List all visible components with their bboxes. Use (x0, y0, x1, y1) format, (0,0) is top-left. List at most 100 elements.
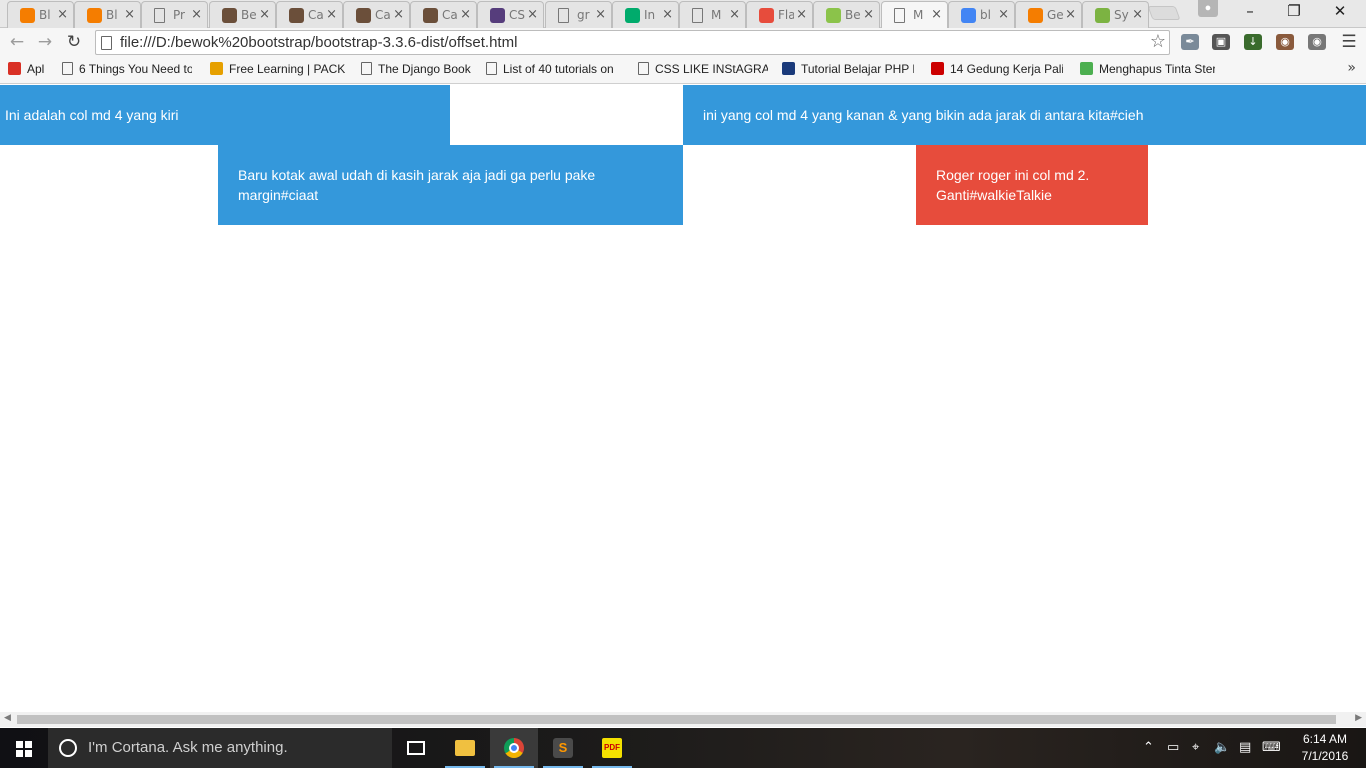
blogger-icon (87, 8, 102, 23)
tab-close-icon[interactable]: × (124, 7, 135, 22)
page-icon (894, 8, 905, 23)
scrollbar-thumb[interactable] (17, 715, 1336, 724)
bookmark-item[interactable]: CSS LIKE INStAGRAM (638, 62, 768, 79)
forward-button[interactable]: → (34, 32, 56, 52)
keyboard-icon[interactable]: ⌨ (1262, 740, 1281, 755)
action-center-icon[interactable]: ▤ (1239, 740, 1251, 755)
browser-tab[interactable]: M × (881, 1, 948, 28)
system-clock[interactable]: 6:14 AM 7/1/2016 (1290, 731, 1360, 765)
bookmark-item[interactable]: 6 Things You Need to (62, 62, 192, 79)
browser-tab[interactable]: Ge × (1015, 1, 1082, 28)
tab-title: M (913, 8, 924, 22)
tab-close-icon[interactable]: × (595, 7, 606, 22)
tab-close-icon[interactable]: × (57, 7, 68, 22)
tab-close-icon[interactable]: × (191, 7, 202, 22)
browser-tab[interactable]: Sy × (1082, 1, 1149, 28)
close-window-button[interactable]: ✕ (1318, 2, 1362, 20)
minimize-button[interactable]: – (1228, 2, 1272, 20)
bookmark-star-icon[interactable]: ☆ (1150, 31, 1166, 52)
tab-close-icon[interactable]: × (460, 7, 471, 22)
folder-icon (455, 740, 475, 756)
instagram-extension-icon[interactable]: ◉ (1276, 34, 1294, 50)
browser-tab[interactable]: Ca × (410, 1, 477, 28)
pdf-reader-button[interactable]: PDF (588, 728, 636, 768)
file-explorer-button[interactable] (441, 728, 489, 768)
blogger-icon (20, 8, 35, 23)
bookmark-item[interactable]: 14 Gedung Kerja Palin (931, 62, 1063, 79)
tab-close-icon[interactable]: × (998, 7, 1009, 22)
volume-icon[interactable]: 🔈 (1214, 740, 1230, 755)
page-icon (692, 8, 703, 23)
browser-tab[interactable]: Be × (209, 1, 276, 28)
bookmark-item[interactable]: The Django Book (361, 62, 473, 79)
browser-tab[interactable]: gr × (545, 1, 612, 28)
start-button[interactable] (0, 728, 48, 768)
new-tab-button[interactable] (1147, 6, 1181, 20)
tab-close-icon[interactable]: × (931, 7, 942, 22)
reload-button[interactable]: ↻ (63, 32, 85, 52)
tab-close-icon[interactable]: × (259, 7, 270, 22)
download-extension-icon[interactable]: ↓ (1244, 34, 1262, 50)
tab-close-icon[interactable]: × (527, 7, 538, 22)
bookmark-item[interactable]: Tutorial Belajar PHP D (782, 62, 914, 79)
page-icon (101, 36, 112, 50)
tab-close-icon[interactable]: × (393, 7, 404, 22)
avatar-icon (356, 8, 371, 23)
tab-close-icon[interactable]: × (796, 7, 807, 22)
bookmark-label: Free Learning | PACKT (229, 62, 345, 76)
tab-title: Pr (173, 8, 185, 22)
profile-icon[interactable]: ● (1198, 0, 1218, 17)
tab-close-icon[interactable]: × (662, 7, 673, 22)
browser-tab[interactable]: Bl × (7, 1, 74, 28)
cortana-search-box[interactable]: I'm Cortana. Ask me anything. (48, 728, 392, 768)
restore-button[interactable]: ❐ (1272, 2, 1316, 20)
browser-tab[interactable]: Bl × (74, 1, 141, 28)
browser-tab[interactable]: M × (679, 1, 746, 28)
chrome-menu-icon[interactable]: ☰ (1338, 32, 1360, 52)
wifi-icon[interactable]: ⌖ (1192, 740, 1199, 755)
tab-title: Ge (1047, 8, 1063, 22)
bookmark-item[interactable]: Free Learning | PACKT (210, 62, 345, 79)
tab-close-icon[interactable]: × (1065, 7, 1076, 22)
browser-tab[interactable]: In × (612, 1, 679, 28)
url-text[interactable]: file:///D:/bewok%20bootstrap/bootstrap-3… (120, 34, 517, 51)
tab-close-icon[interactable]: × (729, 7, 740, 22)
browser-tab[interactable]: Ca × (276, 1, 343, 28)
back-button[interactable]: ← (6, 32, 28, 52)
scroll-right-arrow-icon[interactable]: ▶ (1355, 713, 1362, 723)
task-view-button[interactable] (392, 728, 440, 768)
more-bookmarks-button[interactable]: » (1347, 60, 1356, 76)
bookmark-label: Menghapus Tinta Ster (1099, 62, 1215, 76)
browser-tab[interactable]: CS × (477, 1, 544, 28)
eyedropper-extension-icon[interactable]: ✒ (1181, 34, 1199, 50)
packt-icon (210, 62, 223, 75)
tab-close-icon[interactable]: × (1132, 7, 1143, 22)
avatar-icon (289, 8, 304, 23)
browser-tab[interactable]: Pr × (141, 1, 208, 28)
browser-tab[interactable]: bl × (948, 1, 1015, 28)
browser-tab[interactable]: Ca × (343, 1, 410, 28)
bookmark-item[interactable]: Menghapus Tinta Ster (1080, 62, 1215, 79)
tab-strip: ● – ❐ ✕ Bl × Bl × Pr × Be × Ca × Ca × Ca × CS × gr × In × M ×… (0, 0, 1366, 28)
bookmark-label: The Django Book (378, 62, 471, 76)
bookmark-item[interactable]: List of 40 tutorials on (486, 62, 621, 79)
battery-icon[interactable]: ▭ (1167, 740, 1179, 755)
bookmark-label: List of 40 tutorials on (503, 62, 614, 76)
camera-extension-icon[interactable]: ◉ (1308, 34, 1326, 50)
rappler-icon (931, 62, 944, 75)
show-hidden-icons-chevron-icon[interactable]: ⌃ (1143, 740, 1154, 755)
tab-close-icon[interactable]: × (863, 7, 874, 22)
google-icon (961, 8, 976, 23)
browser-tab[interactable]: Be × (813, 1, 880, 28)
sublime-text-button[interactable]: S (539, 728, 587, 768)
address-bar[interactable]: file:///D:/bewok%20bootstrap/bootstrap-3… (95, 30, 1170, 55)
bookmarks-bar: » Apl 6 Things You Need to Free Learning |… (0, 57, 1366, 84)
cast-extension-icon[interactable]: ▣ (1212, 34, 1230, 50)
horizontal-scrollbar[interactable]: ◀ ▶ (0, 712, 1366, 727)
chrome-taskbar-button[interactable] (490, 728, 538, 768)
tab-title: Ca (375, 8, 391, 22)
bookmark-item[interactable]: Apl (8, 62, 48, 79)
tab-close-icon[interactable]: × (326, 7, 337, 22)
browser-tab[interactable]: Fla × (746, 1, 813, 28)
scroll-left-arrow-icon[interactable]: ◀ (4, 713, 11, 723)
